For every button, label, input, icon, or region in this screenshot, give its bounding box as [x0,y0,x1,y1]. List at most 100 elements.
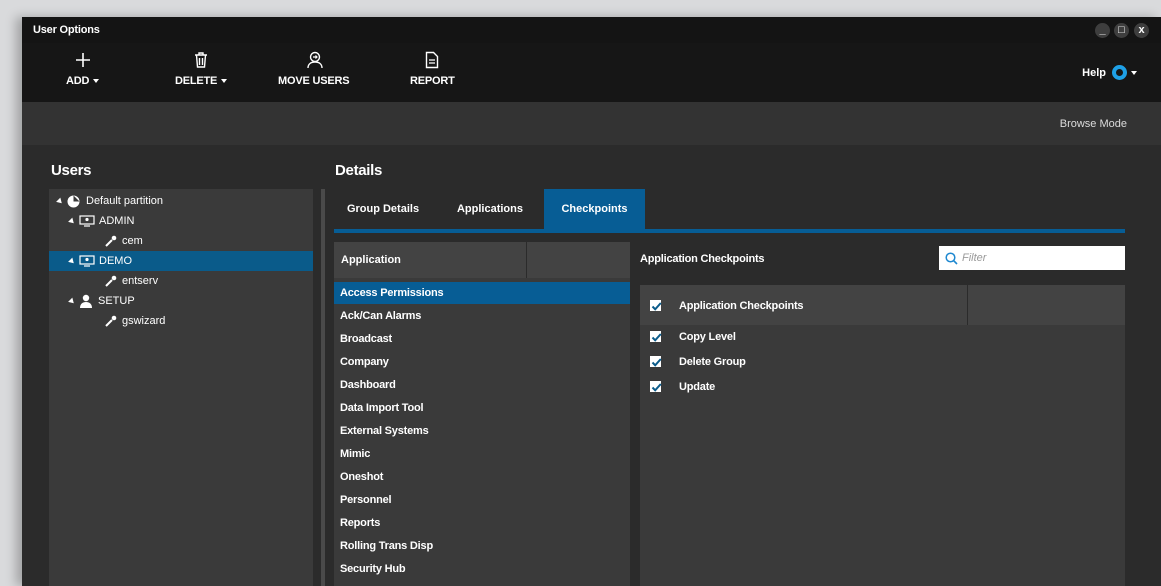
tree-node-demo[interactable]: DEMO [49,251,313,271]
check-icon [651,358,662,367]
tree-node-admin[interactable]: ADMIN [49,211,313,231]
tab-applications[interactable]: Applications [448,189,532,229]
expand-icon [56,197,64,205]
details-title: Details [335,162,383,179]
application-table: Application Access Permissions Ack/Can A… [334,242,630,586]
partition-icon [67,195,80,207]
tree-node-label: ADMIN [99,215,135,227]
title-bar: User Options _ □ x [22,17,1161,43]
tree-node-label: cem [122,235,143,247]
window-title: User Options [33,24,100,36]
tree-node-default-partition[interactable]: Default partition [49,191,313,211]
panel-splitter[interactable] [321,189,325,586]
check-icon [651,383,662,392]
expand-icon [68,257,76,265]
tree-node-gswizard[interactable]: gswizard [49,311,313,331]
application-row-ack-can-alarms[interactable]: Ack/Can Alarms [334,305,630,327]
tab-group-details[interactable]: Group Details [334,189,432,229]
users-tree: Default partition ADMIN cem DEMO entserv… [49,189,313,586]
user-key-icon [105,235,117,247]
checkpoints-table: Application Checkpoints Copy Level Delet… [640,285,1125,586]
application-row-reports[interactable]: Reports [334,512,630,534]
application-row-company[interactable]: Company [334,351,630,373]
users-title: Users [51,162,92,179]
tree-node-label: entserv [122,275,159,287]
checkpoint-label: Copy Level [679,331,736,343]
user-key-icon [105,275,117,287]
group-monitor-icon [79,255,95,267]
help-label: Help [1082,66,1106,79]
checkpoints-column-header[interactable]: Application Checkpoints [679,300,804,312]
checkpoint-row-update[interactable]: Update [640,375,1125,400]
tab-checkpoints[interactable]: Checkpoints [544,189,645,229]
check-icon [651,333,662,342]
user-move-icon [305,47,323,73]
application-row-external-systems[interactable]: External Systems [334,420,630,442]
add-label: ADD [66,75,90,87]
checkpoints-title: Application Checkpoints [640,253,765,265]
person-icon [80,294,92,308]
report-document-icon [425,47,439,73]
chevron-down-icon [1131,70,1137,75]
application-row-mimic[interactable]: Mimic [334,443,630,465]
application-row-broadcast[interactable]: Broadcast [334,328,630,350]
plus-icon [74,47,92,73]
application-row-rolling-trans-disp[interactable]: Rolling Trans Disp [334,535,630,557]
check-icon [651,302,662,311]
tree-node-entserv[interactable]: entserv [49,271,313,291]
application-row-data-import-tool[interactable]: Data Import Tool [334,397,630,419]
tab-underline [334,229,1125,233]
minimize-button[interactable]: _ [1095,23,1110,38]
close-button[interactable]: x [1134,23,1149,38]
move-users-button[interactable]: MOVE USERS [278,47,350,87]
maximize-button[interactable]: □ [1114,23,1129,38]
checkpoints-table-header: Application Checkpoints [640,285,1125,325]
application-row-personnel[interactable]: Personnel [334,489,630,511]
help-menu[interactable]: Help [1082,65,1137,80]
checkpoint-label: Update [679,381,716,393]
expand-icon [68,297,76,305]
select-all-checkbox[interactable] [650,300,662,311]
chevron-down-icon [221,79,228,84]
tree-node-setup[interactable]: SETUP [49,291,313,311]
search-icon [945,251,958,265]
report-button[interactable]: REPORT [410,47,455,87]
application-row-security-hub[interactable]: Security Hub [334,558,630,580]
tree-node-cem[interactable]: cem [49,231,313,251]
checkpoint-label: Delete Group [679,356,746,368]
column-divider [967,285,968,325]
application-row-oneshot[interactable]: Oneshot [334,466,630,488]
column-divider [526,242,527,278]
checkpoint-checkbox[interactable] [650,381,662,392]
application-row-access-permissions[interactable]: Access Permissions [334,282,630,304]
chevron-down-icon [93,79,100,84]
filter-box [939,246,1125,270]
move-users-label: MOVE USERS [278,75,350,87]
trash-icon [193,47,209,73]
application-table-header: Application [334,242,630,278]
group-monitor-icon [79,215,95,227]
checkpoints-panel: Application Checkpoints Application Chec… [640,242,1125,586]
checkpoint-row-copy-level[interactable]: Copy Level [640,325,1125,350]
application-row-dashboard[interactable]: Dashboard [334,374,630,396]
details-tabs: Group Details Applications Checkpoints [334,189,1125,232]
user-options-window: User Options _ □ x ADD DELETE MOVE USERS [22,17,1161,586]
add-button[interactable]: ADD [66,47,100,87]
filter-input[interactable] [962,252,1112,264]
checkpoint-checkbox[interactable] [650,331,662,342]
help-ring-icon [1112,65,1127,80]
application-column-header[interactable]: Application [341,254,401,266]
browse-mode-label: Browse Mode [1059,118,1127,130]
delete-label: DELETE [175,75,218,87]
report-label: REPORT [410,75,455,87]
mode-bar: Browse Mode [22,102,1161,145]
tree-node-label: Default partition [86,195,164,207]
toolbar: ADD DELETE MOVE USERS REPORT Help [22,43,1161,102]
tree-node-label: DEMO [99,255,132,267]
tree-node-label: SETUP [98,295,135,307]
user-key-icon [105,315,117,327]
tree-node-label: gswizard [122,315,166,327]
checkpoint-checkbox[interactable] [650,356,662,367]
delete-button[interactable]: DELETE [175,47,228,87]
checkpoint-row-delete-group[interactable]: Delete Group [640,350,1125,375]
